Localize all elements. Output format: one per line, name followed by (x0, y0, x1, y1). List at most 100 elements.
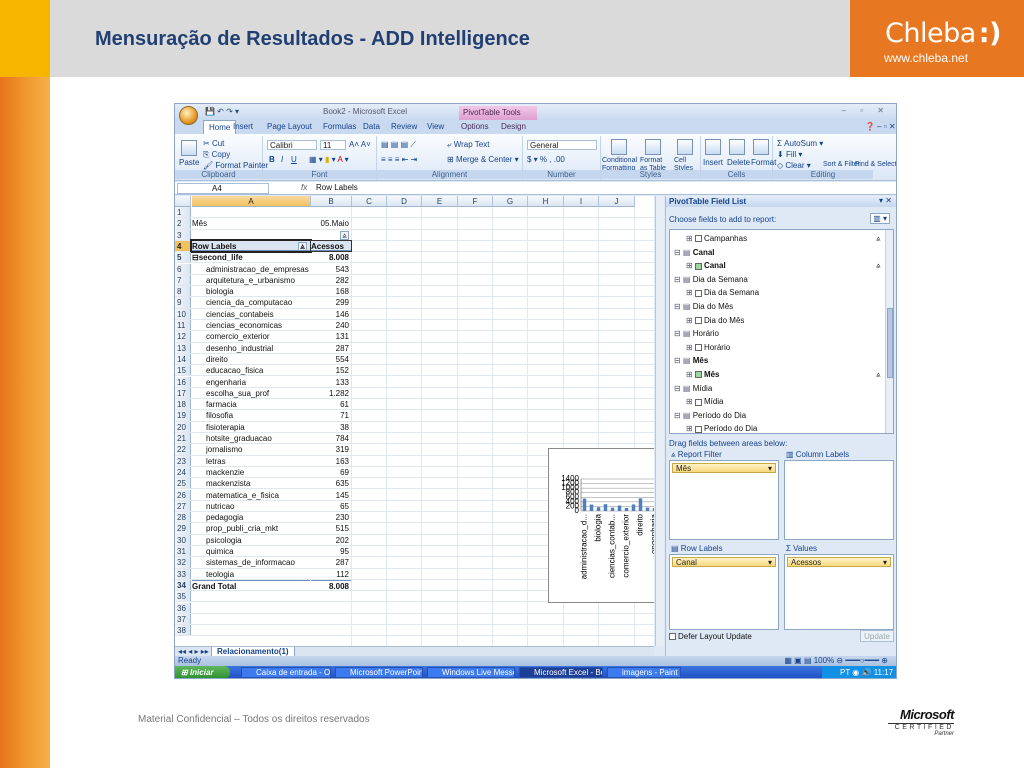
pivot-row-label[interactable]: matematica_e_fisica (192, 490, 310, 500)
field-group[interactable]: ⊟ ▤ Período do Dia (674, 411, 746, 420)
tab-view[interactable]: View (427, 122, 444, 131)
pivot-row-value[interactable]: 133 (311, 377, 351, 387)
cell-a[interactable] (192, 614, 310, 624)
fill-button[interactable]: ⬇ Fill ▾ (777, 150, 802, 159)
grand-total-label[interactable]: Grand Total (192, 579, 310, 590)
pivot-row-label[interactable]: mackenzie (192, 467, 310, 477)
field-checkbox-item[interactable]: ⊞ Mídia (686, 397, 724, 406)
row-number[interactable]: 10 (175, 308, 191, 319)
pivot-row-value[interactable]: 635 (311, 478, 351, 488)
field-checkbox-item[interactable]: ⊞ Dia do Mês (686, 316, 744, 325)
pivot-row-value[interactable]: 69 (311, 467, 351, 477)
autosum-button[interactable]: Σ AutoSum ▾ (777, 139, 823, 148)
format-table-icon[interactable] (645, 139, 661, 155)
column-header-a[interactable]: A (192, 196, 311, 207)
pivot-row-label[interactable]: prop_publi_cria_mkt (192, 523, 310, 533)
help-icon[interactable]: ❓ – ▫ ✕ (865, 122, 896, 131)
row-number[interactable]: 34 (175, 579, 191, 591)
expand-icon[interactable]: ⊟ ▤ (674, 329, 693, 338)
sheet-row[interactable]: 11 ciencias_economicas 240 (175, 320, 654, 332)
field-checkbox-item[interactable]: ⊞ Período do Dia (686, 424, 757, 433)
pivot-row-label[interactable]: engenharia (192, 377, 310, 387)
field-checkbox-item[interactable]: ⊞ Dia da Semana (686, 288, 759, 297)
pivot-row-label[interactable]: sistemas_de_informacao (192, 557, 310, 567)
pivot-row-value[interactable]: 65 (311, 501, 351, 511)
pivot-row-value[interactable]: 163 (311, 456, 351, 466)
sheet-row[interactable]: 38 (175, 625, 654, 637)
border-fill-color-icons[interactable]: ▦ ▾ ▮ ▾ A ▾ (309, 155, 349, 164)
row-labels-header[interactable]: Row Labels ⩓ (190, 238, 312, 254)
zoom-control[interactable]: ▦ ▣ ▤ 100% ⊖ ━━━○━━━ ⊕ (784, 656, 888, 666)
field-group[interactable]: ⊟ ▤ Dia do Mês (674, 302, 733, 311)
underline-button[interactable]: U (291, 155, 297, 164)
expand-icon[interactable]: ⊞ (686, 343, 695, 352)
pivot-row-label[interactable]: teologia (192, 569, 310, 579)
align-top-icons[interactable]: ▤ ▤ ▤ ⟋ (381, 140, 416, 150)
field-checkbox[interactable] (694, 316, 702, 324)
sheet-row[interactable]: 2 Mês 05.Maio⩓ (175, 218, 654, 241)
pivot-row-value[interactable]: 112 (311, 569, 351, 579)
tab-home[interactable]: Home (203, 120, 237, 134)
field-group[interactable]: ⊟ ▤ Canal (674, 248, 715, 257)
row-number[interactable]: 22 (175, 444, 191, 455)
paste-icon[interactable] (181, 140, 197, 156)
defer-layout-checkbox[interactable]: Defer Layout Update (669, 632, 752, 641)
pivot-row-label[interactable]: filosofia (192, 410, 310, 420)
cell-a[interactable] (192, 625, 310, 635)
cell-a[interactable] (192, 230, 310, 240)
cell-b[interactable] (311, 614, 351, 624)
field-group[interactable]: ⊟ ▤ Mês (674, 356, 708, 365)
row-number[interactable]: 32 (175, 557, 191, 568)
fx-icon[interactable]: fx (301, 183, 307, 192)
sheet-nav-arrows[interactable]: ◂◂ ◂ ▸ ▸▸ (178, 647, 209, 656)
row-chip-canal[interactable]: Canal ▾ (672, 557, 776, 567)
taskbar-item[interactable]: Microsoft Excel - Book2 (519, 667, 603, 678)
row-number[interactable]: 37 (175, 613, 191, 625)
cell-styles-icon[interactable] (677, 139, 693, 155)
row-number[interactable]: 30 (175, 534, 191, 545)
update-button[interactable]: Update (860, 630, 894, 642)
pivot-row-value[interactable]: 554 (311, 354, 351, 364)
taskbar-item[interactable]: Windows Live Messen... (427, 667, 515, 678)
pivot-chart[interactable]: Total0200400600800100012001400administra… (548, 448, 654, 603)
field-checkbox-item[interactable]: ⊞ Campanhas (686, 234, 747, 243)
pivot-row-value[interactable]: 282 (311, 275, 351, 285)
pivot-row-value[interactable]: 287 (311, 343, 351, 353)
pivot-row-value[interactable]: 168 (311, 286, 351, 296)
italic-button[interactable]: I (281, 155, 283, 164)
row-number[interactable]: 2 (175, 218, 191, 229)
pivot-row-label[interactable]: escolha_sua_prof (192, 388, 310, 398)
row-number[interactable]: 38 (175, 625, 191, 636)
bold-button[interactable]: B (269, 155, 275, 164)
expand-icon[interactable]: ⊞ (686, 316, 695, 325)
pivot-row-label[interactable]: letras (192, 456, 310, 466)
sheet-row[interactable]: 15 educacao_fisica 152 (175, 365, 654, 377)
field-group[interactable]: ⊟ ▤ Horário (674, 329, 719, 338)
tab-design[interactable]: Design (501, 122, 526, 131)
number-format-box[interactable]: General (527, 140, 597, 150)
sheet-row[interactable]: 3 (175, 229, 654, 241)
field-checkbox[interactable] (694, 262, 702, 270)
pivot-row-label[interactable]: fisioterapia (192, 422, 310, 432)
row-number[interactable]: 8 (175, 286, 191, 297)
cell-b[interactable]: 8.008 (311, 252, 351, 262)
row-number[interactable]: 1 (175, 207, 191, 218)
pivot-row-value[interactable]: 152 (311, 365, 351, 375)
grow-font-icon[interactable]: A˄ A˅ (349, 140, 371, 149)
expand-icon[interactable]: ⊞ (686, 424, 695, 433)
group-row[interactable]: ⊟second_life (192, 252, 310, 262)
pivot-row-value[interactable]: 38 (311, 422, 351, 432)
column-labels-area[interactable] (784, 460, 894, 540)
row-labels-dropdown-icon[interactable]: ⩓ (298, 241, 307, 251)
quick-access-toolbar[interactable]: 💾 ↶ ↷ ▾ (205, 107, 239, 116)
row-number[interactable]: 13 (175, 342, 191, 353)
align-icons[interactable]: ≡ ≡ ≡ ⇤ ⇥ (381, 155, 417, 164)
expand-icon[interactable]: ⊞ (686, 234, 695, 243)
pivot-row-value[interactable]: 543 (311, 264, 351, 274)
pivot-row-label[interactable]: quimica (192, 546, 310, 556)
cell-b[interactable] (311, 207, 351, 217)
pivot-row-value[interactable]: 95 (311, 546, 351, 556)
pivot-row-label[interactable]: ciencias_economicas (192, 320, 310, 330)
row-number[interactable]: 4 (175, 240, 191, 252)
pivot-row-value[interactable]: 61 (311, 399, 351, 409)
